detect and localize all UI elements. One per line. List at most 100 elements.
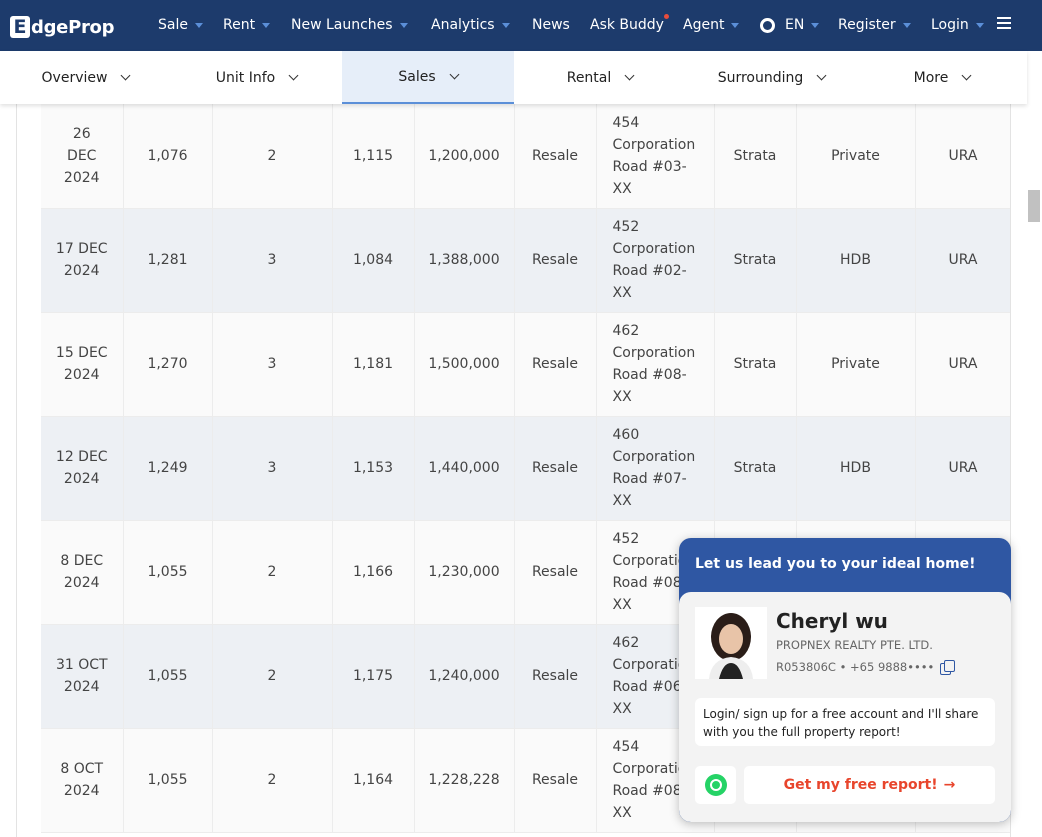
cell-source: URA [915,416,1010,521]
nav-item-ask-buddy[interactable]: Ask Buddy [590,14,669,36]
nav-item-sale[interactable]: Sale [158,14,203,36]
logo-mark: E [10,16,30,38]
agent-contact: R053806C • +65 9888•••• [776,660,956,675]
table-row: 12 DEC 2024 1,249 3 1,153 1,440,000 Resale 460… [41,416,1010,521]
cell-type: Resale [514,104,597,209]
caret-down-icon [731,22,740,28]
cell-beds: 2 [212,104,333,209]
edgeprop-logo[interactable]: E dgeProp [10,14,115,40]
tab-surrounding[interactable]: Surrounding [686,51,857,104]
nav-item-label: Login [931,17,969,33]
cell-address: 454 Corporation Road #03- XX [596,104,715,209]
cell-psf: 1,164 [332,728,415,833]
cell-date: 8 OCT 2024 [41,728,124,833]
tab-label: More [913,69,949,86]
cell-price: 1,230,000 [414,520,515,625]
cell-source: URA [915,312,1010,417]
cell-size: 1,055 [123,728,213,833]
tab-label: Sales [398,68,436,85]
caret-down-icon [194,22,203,28]
agent-contact-text: R053806C • +65 9888•••• [776,660,935,674]
nav-item-new-launches[interactable]: New Launches [291,14,408,36]
cell-beds: 2 [212,520,333,625]
tab-unit-info[interactable]: Unit Info [171,51,342,104]
tab-label: Surrounding [717,69,804,86]
cell-size: 1,281 [123,208,213,313]
popup-body: Cheryl wu PROPNEX REALTY PTE. LTD. R0538… [679,592,1011,822]
nav-item-rent[interactable]: Rent [223,14,271,36]
agent-lead-popup: Let us lead you to your ideal home! Cher… [679,538,1011,822]
chevron-down-icon [961,70,972,81]
page-scrollbar-thumb[interactable] [1028,190,1040,222]
caret-down-icon [399,22,408,28]
tab-overview[interactable]: Overview [0,51,171,104]
nav-item-label: New Launches [291,17,393,33]
tab-more[interactable]: More [857,51,1027,104]
agent-name: Cheryl wu [776,609,888,633]
tab-sales[interactable]: Sales [342,51,514,104]
caret-down-icon [902,22,911,28]
cell-type: Resale [514,312,597,417]
agent-photo-icon [695,607,767,679]
cell-beds: 2 [212,728,333,833]
chevron-down-icon [121,70,131,81]
caret-down-icon [501,22,510,28]
tab-label: Unit Info [215,69,276,86]
cell-size: 1,270 [123,312,213,417]
popup-heading: Let us lead you to your ideal home! [695,556,976,572]
cell-source: URA [915,208,1010,313]
nav-item-agent[interactable]: Agent [683,14,740,36]
cell-source: URA [915,104,1010,209]
logo-text: dgeProp [31,16,115,38]
get-report-button[interactable]: Get my free report! → [744,766,995,804]
cell-size: 1,055 [123,624,213,729]
nav-item-register[interactable]: Register [838,14,911,36]
cell-price: 1,440,000 [414,416,515,521]
cell-category: Private [796,312,916,417]
globe-icon [760,17,775,33]
cell-size: 1,076 [123,104,213,209]
table-row: 26 DEC 2024 1,076 2 1,115 1,200,000 Resale 454… [41,104,1010,209]
table-row: 15 DEC 2024 1,270 3 1,181 1,500,000 Resale 462… [41,312,1010,417]
nav-item-login[interactable]: Login [931,14,984,36]
nav-item-en[interactable]: EN [760,14,820,36]
cell-category: HDB [796,416,916,521]
cell-size: 1,055 [123,520,213,625]
tab-label: Overview [41,69,108,86]
caret-down-icon [975,22,984,28]
chevron-down-icon [288,70,299,81]
popup-message: Login/ sign up for a free account and I'… [695,698,995,746]
cell-category: HDB [796,208,916,313]
agent-agency: PROPNEX REALTY PTE. LTD. [776,638,933,652]
cell-beds: 3 [212,208,333,313]
cell-address: 452 Corporation Road #02- XX [596,208,715,313]
cell-date: 26 DEC 2024 [41,104,124,209]
cell-type: Resale [514,208,597,313]
cell-price: 1,388,000 [414,208,515,313]
copy-icon[interactable] [940,660,956,675]
nav-item-news[interactable]: News [532,14,570,36]
cell-psf: 1,084 [332,208,415,313]
whatsapp-button[interactable] [695,766,736,804]
nav-item-analytics[interactable]: Analytics [431,14,510,36]
nav-item-label: EN [785,17,805,33]
notification-dot-icon [663,14,669,19]
nav-item-label: Analytics [431,17,495,33]
cell-psf: 1,166 [332,520,415,625]
nav-item-label: Rent [223,17,256,33]
cell-price: 1,200,000 [414,104,515,209]
cell-psf: 1,115 [332,104,415,209]
cell-address: 460 Corporation Road #07- XX [596,416,715,521]
cell-type: Resale [514,624,597,729]
nav-item-label: Register [838,17,896,33]
chevron-down-icon [449,69,460,80]
cell-tenure: Strata [714,416,797,521]
cell-type: Resale [514,728,597,833]
tab-rental[interactable]: Rental [514,51,686,104]
cell-tenure: Strata [714,312,797,417]
nav-item-label: Ask Buddy [590,17,664,33]
hamburger-menu-icon[interactable] [997,17,1011,29]
cell-date: 17 DEC 2024 [41,208,124,313]
section-tabs: Overview Unit Info Sales Rental Surrounding M… [0,51,1027,104]
cell-date: 12 DEC 2024 [41,416,124,521]
